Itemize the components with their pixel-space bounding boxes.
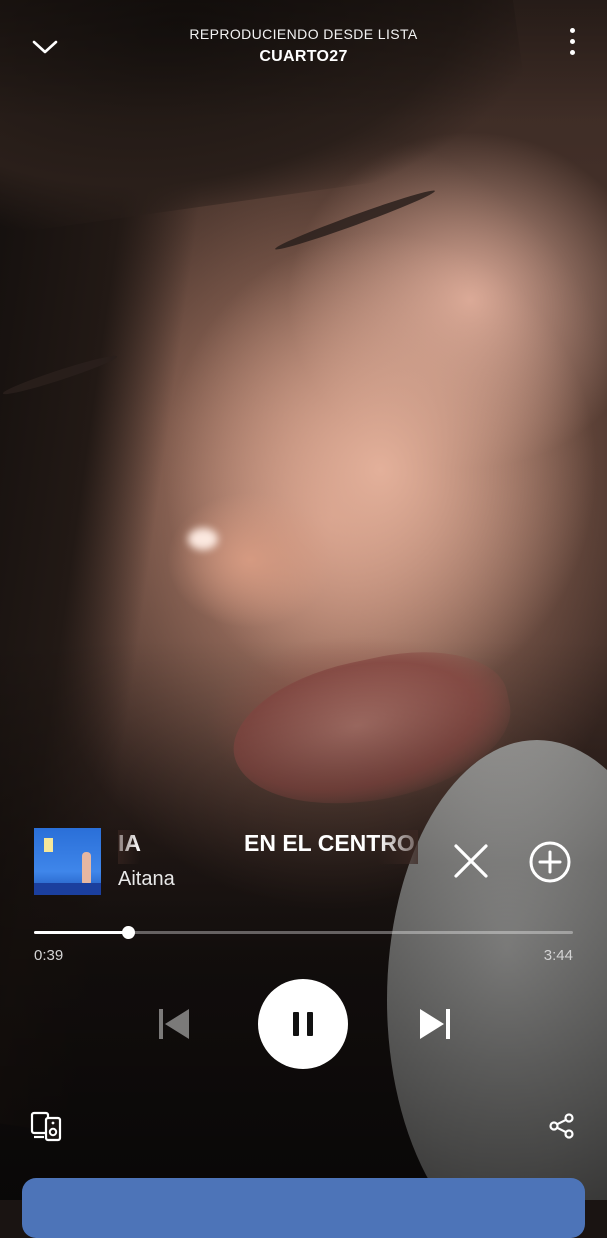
lyrics-card[interactable] <box>22 1178 585 1238</box>
track-title-marquee: IA EN EL CENTRO <box>118 830 418 864</box>
progress-handle[interactable] <box>121 926 135 939</box>
skip-next-icon[interactable] <box>414 1004 454 1044</box>
album-cover <box>34 828 101 895</box>
add-circle-icon[interactable] <box>528 840 572 884</box>
context-label: REPRODUCIENDO DESDE LISTA <box>189 26 418 42</box>
playlist-name[interactable]: CUARTO27 <box>0 48 607 66</box>
artist-name[interactable]: Aitana <box>118 868 175 891</box>
pause-button[interactable] <box>258 979 348 1069</box>
skip-previous-icon[interactable] <box>155 1004 195 1044</box>
total-time: 3:44 <box>543 947 573 964</box>
more-vertical-icon[interactable] <box>567 28 577 64</box>
close-icon[interactable] <box>450 840 492 882</box>
pause-icon <box>293 1012 313 1036</box>
elapsed-time: 0:39 <box>34 947 64 964</box>
connect-devices-icon[interactable] <box>30 1110 64 1142</box>
share-icon[interactable] <box>548 1112 576 1140</box>
player-header: REPRODUCIENDO DESDE LISTA CUARTO27 <box>0 0 607 80</box>
progress-bar[interactable] <box>34 926 573 946</box>
progress-fill <box>34 931 128 934</box>
playing-context: REPRODUCIENDO DESDE LISTA CUARTO27 <box>0 26 607 66</box>
